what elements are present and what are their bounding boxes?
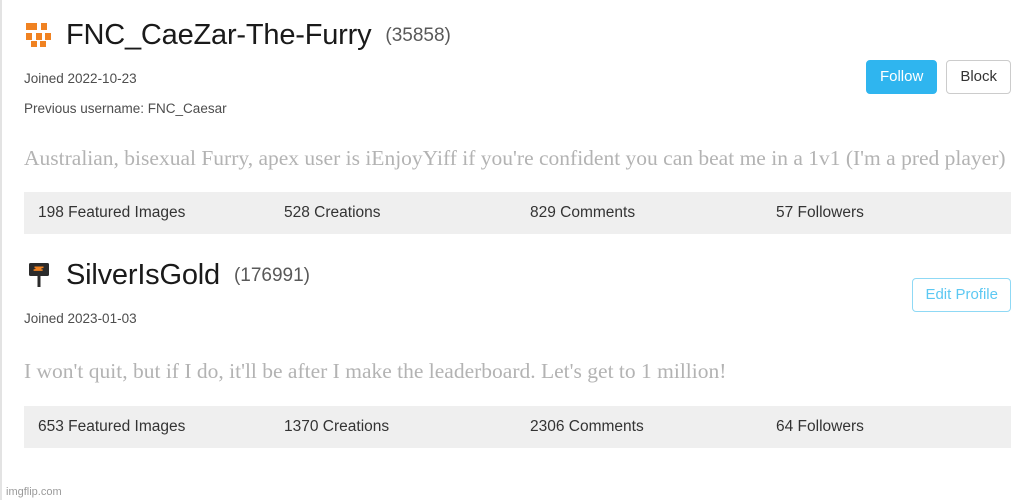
profile-username-2[interactable]: SilverIsGold	[66, 260, 220, 290]
profile-stats-bar-1: 198 Featured Images 528 Creations 829 Co…	[24, 192, 1011, 234]
previous-username-1: Previous username: FNC_Caesar	[24, 100, 227, 116]
joined-date-2: Joined 2023-01-03	[24, 311, 137, 326]
stat-creations-1[interactable]: 528 Creations	[284, 205, 530, 221]
stat-comments-1[interactable]: 829 Comments	[530, 205, 776, 221]
profile-bio-2: I won't quit, but if I do, it'll be afte…	[24, 358, 727, 383]
profile-stats-bar-2: 653 Featured Images 1370 Creations 2306 …	[24, 405, 1011, 448]
profile-user-id-2: (176991)	[233, 264, 310, 286]
profile-card-1: FNC_CaeZar-The-Furry (35858) Joined 2022…	[2, 0, 1033, 174]
profile-page: FNC_CaeZar-The-Furry (35858) Joined 2022…	[0, 0, 1033, 500]
stat-featured-images-2[interactable]: 653 Featured Images	[38, 419, 284, 435]
stat-followers-1[interactable]: 57 Followers	[776, 205, 986, 221]
stat-comments-2[interactable]: 2306 Comments	[530, 419, 776, 435]
dark-signpost-icon	[24, 260, 54, 290]
profile-header-2: SilverIsGold (176991)	[24, 260, 1011, 290]
profile-card-2: SilverIsGold (176991) Joined 2023-01-03 …	[2, 234, 1033, 387]
stat-creations-2[interactable]: 1370 Creations	[284, 419, 530, 435]
profile-actions-2: Edit Profile	[912, 278, 1011, 312]
stat-featured-images-1[interactable]: 198 Featured Images	[38, 205, 284, 221]
stat-followers-2[interactable]: 64 Followers	[776, 419, 986, 435]
profile-user-id-1: (35858)	[385, 24, 451, 46]
profile-actions-1: Follow Block	[865, 60, 1011, 94]
edit-profile-button[interactable]: Edit Profile	[912, 278, 1011, 312]
joined-date-1: Joined 2022-10-23	[24, 71, 137, 86]
orange-pixel-blocks-icon	[24, 20, 54, 50]
profile-bio-1: Australian, bisexual Furry, apex user is…	[24, 146, 1006, 170]
profile-username-1[interactable]: FNC_CaeZar-The-Furry	[66, 20, 372, 50]
profile-header-1: FNC_CaeZar-The-Furry (35858)	[24, 20, 1011, 50]
imgflip-watermark: imgflip.com	[6, 486, 62, 498]
block-button[interactable]: Block	[946, 60, 1011, 94]
follow-button[interactable]: Follow	[865, 60, 938, 94]
